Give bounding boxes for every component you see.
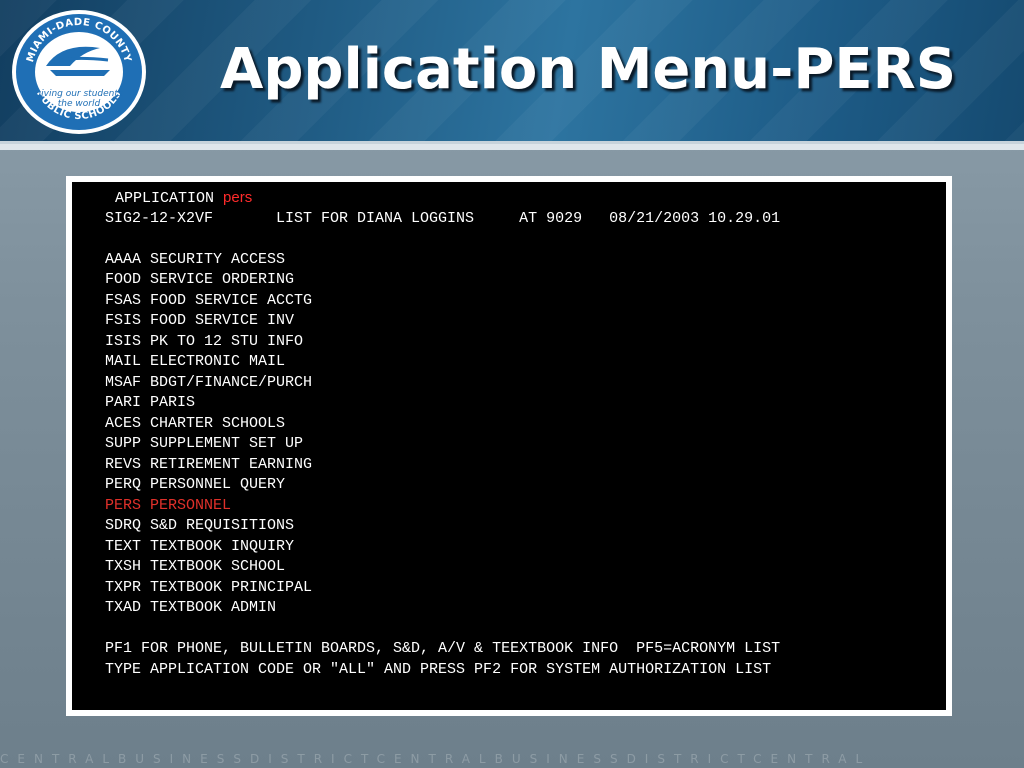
menu-item-code: TEXT <box>105 537 142 555</box>
menu-item-label: PK TO 12 STU INFO <box>150 332 304 350</box>
seal-motto-1: giving our students <box>35 89 122 99</box>
application-menu-list: AAAA SECURITY ACCESS FOOD SERVICE ORDERIN… <box>105 250 946 619</box>
menu-item-code: TXSH <box>105 558 142 575</box>
terminal-help-line: PF1 FOR PHONE, BULLETIN BOARDS, S&D, A/V… <box>105 640 781 657</box>
menu-item-label: ELECTRONIC MAIL <box>150 353 286 370</box>
menu-item-txad[interactable]: TXAD TEXTBOOK ADMIN <box>105 598 946 619</box>
menu-item-aces[interactable]: ACES CHARTER SCHOOLS <box>105 414 946 435</box>
menu-item-label: PARIS <box>150 394 196 411</box>
menu-item-msaf[interactable]: MSAF BDGT/FINANCE/PURCH <box>105 373 946 394</box>
menu-item-label: BDGT/FINANCE/PURCH <box>150 373 313 391</box>
menu-item-sdrq[interactable]: SDRQ S&D REQUISITIONS <box>105 516 946 537</box>
menu-item-food[interactable]: FOOD SERVICE ORDERING <box>105 270 946 291</box>
menu-item-code: ACES <box>105 414 142 432</box>
menu-item-code: PERS <box>105 496 142 514</box>
menu-item-code: MSAF <box>105 373 142 391</box>
background-watermark-text: CENTRALBUSINESSDISTRICTCENTRALBUSINESSDI… <box>0 752 872 766</box>
menu-item-code: TXPR <box>105 578 142 596</box>
menu-item-code: FSIS <box>105 312 142 329</box>
menu-item-code: TXAD <box>105 599 142 616</box>
menu-item-code: SUPP <box>105 435 142 452</box>
menu-item-code: PARI <box>105 394 142 411</box>
menu-item-code: PERQ <box>105 476 142 493</box>
header-divider <box>0 144 1024 150</box>
menu-item-code: MAIL <box>105 353 142 370</box>
app-label: APPLICATION <box>115 190 224 207</box>
menu-item-label: TEXTBOOK PRINCIPAL <box>150 578 313 596</box>
slide-title: Application Menu-PERS <box>220 37 957 102</box>
menu-item-label: TEXTBOOK ADMIN <box>150 599 277 616</box>
menu-item-label: S&D REQUISITIONS <box>150 517 295 534</box>
menu-item-code: ISIS <box>105 332 142 350</box>
menu-item-fsas[interactable]: FSAS FOOD SERVICE ACCTG <box>105 291 946 312</box>
menu-item-supp[interactable]: SUPP SUPPLEMENT SET UP <box>105 434 946 455</box>
menu-item-label: CHARTER SCHOOLS <box>150 414 286 432</box>
menu-item-code: FSAS <box>105 291 142 309</box>
menu-item-code: SDRQ <box>105 517 142 534</box>
menu-item-label: PERSONNEL <box>150 496 232 514</box>
school-seal-logo: MIAMI-DADE COUNTY PUBLIC SCHOOLS giving … <box>12 10 146 134</box>
menu-item-label: FOOD SERVICE INV <box>150 312 295 329</box>
menu-item-label: SECURITY ACCESS <box>150 250 286 268</box>
menu-item-label: SUPPLEMENT SET UP <box>150 435 304 452</box>
menu-item-label: PERSONNEL QUERY <box>150 476 286 493</box>
menu-item-label: FOOD SERVICE ACCTG <box>150 291 313 309</box>
menu-item-text[interactable]: TEXT TEXTBOOK INQUIRY <box>105 537 946 558</box>
menu-item-mail[interactable]: MAIL ELECTRONIC MAIL <box>105 352 946 373</box>
menu-item-pers[interactable]: PERS PERSONNEL <box>105 496 946 517</box>
terminal-screen: APPLICATION pers SIG2-12-X2VF LIST FOR D… <box>72 182 946 710</box>
menu-item-isis[interactable]: ISIS PK TO 12 STU INFO <box>105 332 946 353</box>
menu-item-aaaa[interactable]: AAAA SECURITY ACCESS <box>105 250 946 271</box>
menu-item-label: SERVICE ORDERING <box>150 271 295 288</box>
menu-item-fsis[interactable]: FSIS FOOD SERVICE INV <box>105 311 946 332</box>
terminal-session-line: SIG2-12-X2VF LIST FOR DIANA LOGGINS AT 9… <box>105 209 781 227</box>
menu-item-label: RETIREMENT EARNING <box>150 455 313 473</box>
menu-item-pari[interactable]: PARI PARIS <box>105 393 946 414</box>
menu-item-code: FOOD <box>105 271 142 288</box>
menu-item-txpr[interactable]: TXPR TEXTBOOK PRINCIPAL <box>105 578 946 599</box>
terminal-screenshot-frame: APPLICATION pers SIG2-12-X2VF LIST FOR D… <box>66 176 952 716</box>
menu-item-code: REVS <box>105 455 142 473</box>
menu-item-revs[interactable]: REVS RETIREMENT EARNING <box>105 455 946 476</box>
terminal-app-line: APPLICATION pers <box>105 188 946 209</box>
menu-item-label: TEXTBOOK INQUIRY <box>150 537 295 555</box>
menu-item-code: AAAA <box>105 250 142 268</box>
app-code-input[interactable]: pers <box>223 189 252 206</box>
slide-header: MIAMI-DADE COUNTY PUBLIC SCHOOLS giving … <box>0 0 1024 144</box>
seal-motto-2: the world <box>58 99 101 109</box>
terminal-instruction-line: TYPE APPLICATION CODE OR "ALL" AND PRESS… <box>105 660 772 678</box>
menu-item-txsh[interactable]: TXSH TEXTBOOK SCHOOL <box>105 557 946 578</box>
menu-item-perq[interactable]: PERQ PERSONNEL QUERY <box>105 475 946 496</box>
menu-item-label: TEXTBOOK SCHOOL <box>150 558 286 575</box>
